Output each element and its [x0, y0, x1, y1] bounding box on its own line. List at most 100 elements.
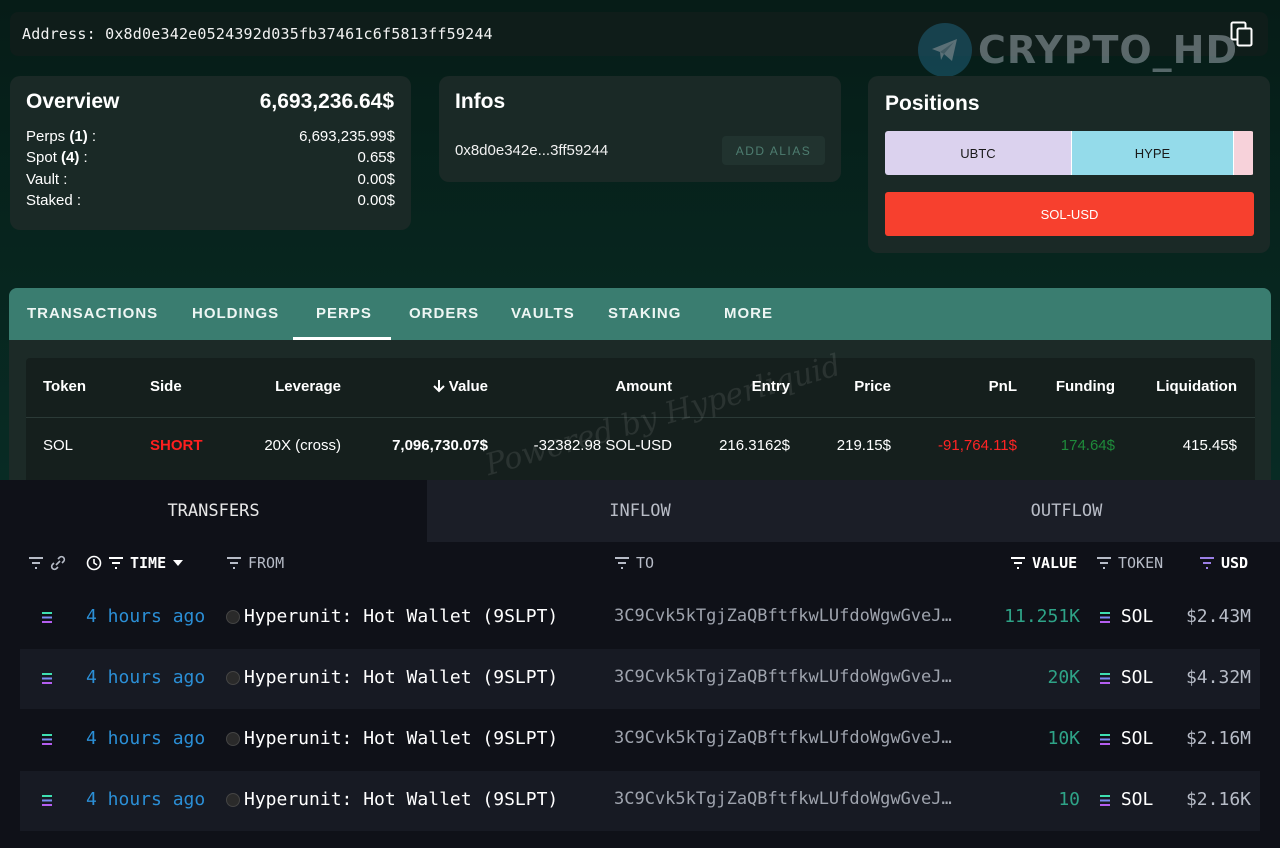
overview-total: 6,693,236.64$ [259, 90, 394, 113]
header-to[interactable]: TO [614, 554, 654, 572]
solana-icon [1100, 672, 1110, 684]
row-token[interactable]: SOL [1100, 606, 1153, 627]
tab-vaults[interactable]: VAULTS [511, 288, 575, 340]
link-icon[interactable] [50, 555, 66, 571]
watermark: CRYPTO_HD [918, 22, 1238, 78]
perps-panel: TRANSACTIONS HOLDINGS PERPS ORDERS VAULT… [9, 288, 1271, 488]
filter-icon[interactable] [1096, 557, 1112, 569]
header-time-label: TIME [130, 554, 167, 572]
filter-icon[interactable] [108, 557, 124, 569]
header-token[interactable]: Token [43, 378, 86, 395]
cell-side: SHORT [150, 437, 203, 454]
row-value: 10K [1047, 728, 1080, 749]
row-to[interactable]: 3C9Cvk5kTgjZaQBftfkwLUfdoWgwGveJ… [614, 728, 952, 748]
header-pnl[interactable]: PnL [989, 378, 1017, 395]
tab-staking[interactable]: STAKING [608, 288, 681, 340]
tab-more[interactable]: MORE [724, 288, 773, 340]
entity-avatar [226, 793, 240, 807]
address-text: Address: 0x8d0e342e0524392d035fb37461c6f… [22, 25, 493, 43]
active-tab-indicator [293, 337, 391, 340]
address-label: Address: [22, 25, 96, 43]
table-row[interactable]: 4 hours ago Hyperunit: Hot Wallet (9SLPT… [20, 588, 1260, 648]
row-token[interactable]: SOL [1100, 667, 1153, 688]
header-leverage[interactable]: Leverage [275, 378, 341, 395]
transfers-panel: TRANSFERS INFLOW OUTFLOW TIME FROM TO VA… [0, 480, 1280, 848]
header-usd[interactable]: USD [1199, 554, 1248, 572]
telegram-icon [918, 23, 972, 77]
overview-row-staked: Staked : 0.00$ [26, 192, 395, 209]
row-token[interactable]: SOL [1100, 789, 1153, 810]
row-value: 20K [1047, 667, 1080, 688]
row-from[interactable]: Hyperunit: Hot Wallet (9SLPT) [226, 606, 558, 627]
tab-inflow[interactable]: INFLOW [427, 480, 853, 542]
filter-icon[interactable] [28, 557, 44, 569]
entity-avatar [226, 671, 240, 685]
row-to[interactable]: 3C9Cvk5kTgjZaQBftfkwLUfdoWgwGveJ… [614, 789, 952, 809]
header-side[interactable]: Side [150, 378, 182, 395]
filter-icon[interactable] [226, 557, 242, 569]
row-to[interactable]: 3C9Cvk5kTgjZaQBftfkwLUfdoWgwGveJ… [614, 667, 952, 687]
row-token[interactable]: SOL [1100, 728, 1153, 749]
positions-allocation-bar: UBTC HYPE [885, 131, 1254, 175]
row-time[interactable]: 4 hours ago [86, 789, 205, 810]
infos-title: Infos [455, 90, 506, 113]
address-value[interactable]: 0x8d0e342e0524392d035fb37461c6f5813ff592… [105, 25, 493, 43]
header-price[interactable]: Price [854, 378, 891, 395]
header-value[interactable]: Value [432, 378, 488, 395]
row-from[interactable]: Hyperunit: Hot Wallet (9SLPT) [226, 789, 558, 810]
header-from[interactable]: FROM [226, 554, 284, 572]
clock-icon[interactable] [86, 555, 102, 571]
row-usd: $2.16K [1185, 789, 1251, 810]
tab-transactions[interactable]: TRANSACTIONS [27, 288, 158, 340]
filter-icon[interactable] [1010, 557, 1026, 569]
table-row[interactable]: 4 hours ago Hyperunit: Hot Wallet (9SLPT… [20, 649, 1260, 709]
position-segment-hype[interactable]: HYPE [1071, 131, 1233, 175]
add-alias-button[interactable]: ADD ALIAS [722, 136, 825, 165]
overview-row-label: Spot (4) : [26, 149, 88, 166]
overview-row-value: 6,693,235.99$ [299, 128, 395, 145]
position-sol-usd[interactable]: SOL-USD [885, 192, 1254, 236]
row-usd: $4.32M [1185, 667, 1251, 688]
positions-title: Positions [885, 92, 980, 115]
header-liquidation[interactable]: Liquidation [1156, 378, 1237, 395]
table-row[interactable]: 4 hours ago Hyperunit: Hot Wallet (9SLPT… [20, 771, 1260, 831]
tab-orders[interactable]: ORDERS [409, 288, 479, 340]
solana-icon [42, 667, 52, 688]
position-segment-other[interactable] [1233, 131, 1253, 175]
tab-perps[interactable]: PERPS [316, 288, 372, 340]
row-usd: $2.16M [1185, 728, 1251, 749]
watermark-text: CRYPTO_HD [978, 28, 1239, 72]
header-funding[interactable]: Funding [1056, 378, 1115, 395]
solana-icon [1100, 611, 1110, 623]
overview-row-perps: Perps (1) : 6,693,235.99$ [26, 128, 395, 145]
row-to[interactable]: 3C9Cvk5kTgjZaQBftfkwLUfdoWgwGveJ… [614, 606, 952, 626]
overview-row-value: 0.65$ [357, 149, 395, 166]
overview-row-value: 0.00$ [357, 171, 395, 188]
cell-value: 7,096,730.07$ [392, 437, 488, 454]
row-usd: $2.43M [1185, 606, 1251, 627]
overview-card: Overview 6,693,236.64$ Perps (1) : 6,693… [10, 76, 411, 230]
tab-holdings[interactable]: HOLDINGS [192, 288, 279, 340]
header-token[interactable]: TOKEN [1096, 554, 1163, 572]
row-from[interactable]: Hyperunit: Hot Wallet (9SLPT) [226, 667, 558, 688]
row-time[interactable]: 4 hours ago [86, 667, 205, 688]
wallet-header-area: Address: 0x8d0e342e0524392d035fb37461c6f… [0, 0, 1280, 488]
filter-icon[interactable] [1199, 557, 1215, 569]
chevron-down-icon[interactable] [172, 558, 184, 568]
overview-row-label: Vault : [26, 171, 68, 188]
filter-icon[interactable] [614, 557, 630, 569]
tab-transfers[interactable]: TRANSFERS [0, 480, 427, 542]
row-value: 11.251K [1004, 606, 1080, 627]
row-time[interactable]: 4 hours ago [86, 728, 205, 749]
row-from[interactable]: Hyperunit: Hot Wallet (9SLPT) [226, 728, 558, 749]
overview-row-label: Staked : [26, 192, 82, 209]
cell-liquidation: 415.45$ [1182, 437, 1237, 454]
position-segment-ubtc[interactable]: UBTC [885, 131, 1071, 175]
header-value[interactable]: VALUE [1010, 554, 1077, 572]
row-time[interactable]: 4 hours ago [86, 606, 205, 627]
header-amount[interactable]: Amount [615, 378, 672, 395]
tab-outflow[interactable]: OUTFLOW [853, 480, 1280, 542]
table-row[interactable]: 4 hours ago Hyperunit: Hot Wallet (9SLPT… [20, 710, 1260, 770]
header-time[interactable]: TIME [28, 554, 184, 572]
sort-down-arrow-icon [433, 380, 445, 393]
